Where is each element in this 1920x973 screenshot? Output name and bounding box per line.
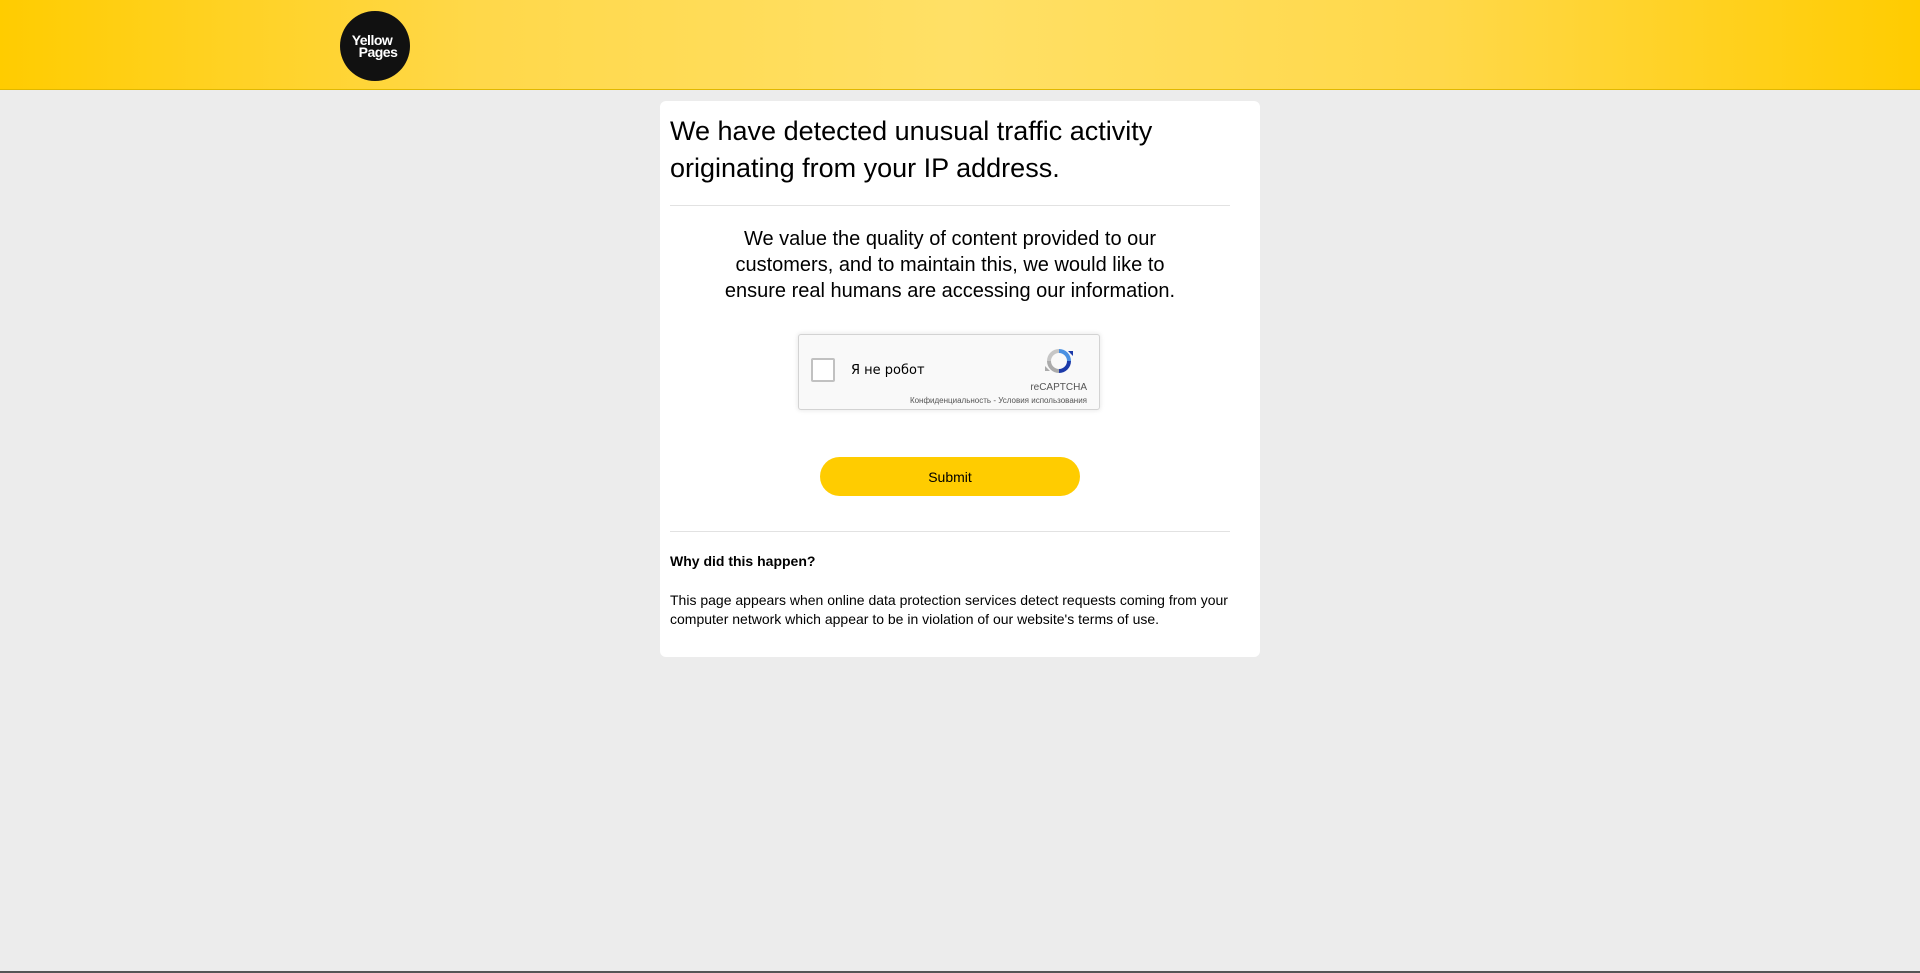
divider <box>670 531 1230 532</box>
page-title: We have detected unusual traffic activit… <box>670 116 1153 183</box>
recaptcha-checkbox[interactable] <box>811 358 835 382</box>
recaptcha-label: Я не робот <box>851 363 925 378</box>
recaptcha-widget: Я не робот reCAPTCHA Конфиденциальность … <box>798 334 1100 410</box>
recaptcha-links: Конфиденциальность - Условия использован… <box>910 396 1087 405</box>
recaptcha-privacy-link[interactable]: Конфиденциальность <box>910 396 991 405</box>
why-explanation: This page appears when online data prote… <box>670 592 1228 627</box>
recaptcha-terms-link[interactable]: Условия использования <box>998 396 1087 405</box>
divider <box>670 205 1230 206</box>
verification-card: We have detected unusual traffic activit… <box>660 101 1260 657</box>
logo-text-line2: Pages <box>358 44 398 60</box>
recaptcha-brand: reCAPTCHA <box>1030 382 1087 393</box>
why-heading: Why did this happen? <box>670 553 816 569</box>
recaptcha-logo-icon <box>1045 349 1073 373</box>
site-header: Yellow Pages <box>0 0 1920 90</box>
submit-button[interactable]: Submit <box>820 457 1080 496</box>
intro-text: We value the quality of content provided… <box>724 228 1176 302</box>
yellow-pages-logo[interactable]: Yellow Pages <box>340 11 410 81</box>
